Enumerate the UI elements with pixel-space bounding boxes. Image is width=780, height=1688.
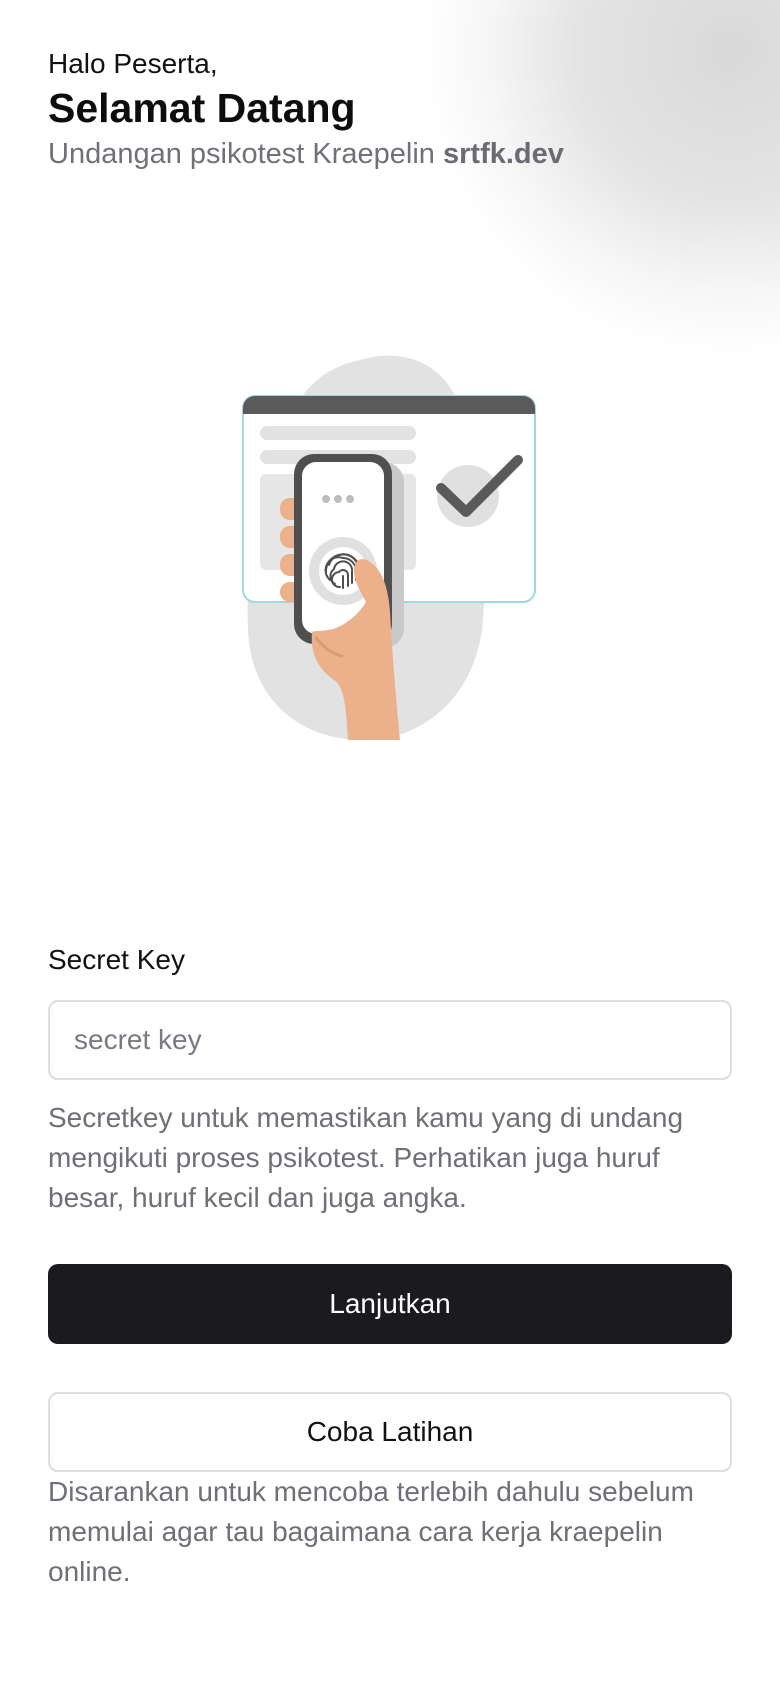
invitation-subtitle: Undangan psikotest Kraepelin srtfk.dev (48, 132, 688, 176)
header: Halo Peserta, Selamat Datang Undangan ps… (48, 44, 688, 176)
page-title: Selamat Datang (48, 85, 356, 131)
login-page: Halo Peserta, Selamat Datang Undangan ps… (0, 0, 780, 1688)
content-line (260, 426, 416, 440)
continue-button[interactable]: Lanjutkan (48, 1264, 732, 1344)
practice-button[interactable]: Coba Latihan (48, 1392, 732, 1472)
secret-key-field-container[interactable] (48, 1000, 732, 1080)
dot-icon (346, 495, 354, 503)
greeting-text: Halo Peserta, (48, 48, 218, 79)
secret-key-form: Secret Key Secretkey untuk memastikan ka… (48, 940, 732, 1218)
fingerprint-verification-illustration (220, 350, 560, 750)
secret-key-input[interactable] (74, 1024, 706, 1056)
browser-title-bar (243, 396, 535, 414)
invitation-domain: srtfk.dev (443, 138, 564, 170)
invitation-text: Undangan psikotest Kraepelin (48, 138, 435, 170)
secret-key-help-text: Secretkey untuk memastikan kamu yang di … (48, 1102, 684, 1213)
secret-key-label: Secret Key (48, 944, 185, 975)
practice-note-text: Disarankan untuk mencoba terlebih dahulu… (48, 1476, 694, 1587)
dot-icon (322, 495, 330, 503)
dot-icon (334, 495, 342, 503)
